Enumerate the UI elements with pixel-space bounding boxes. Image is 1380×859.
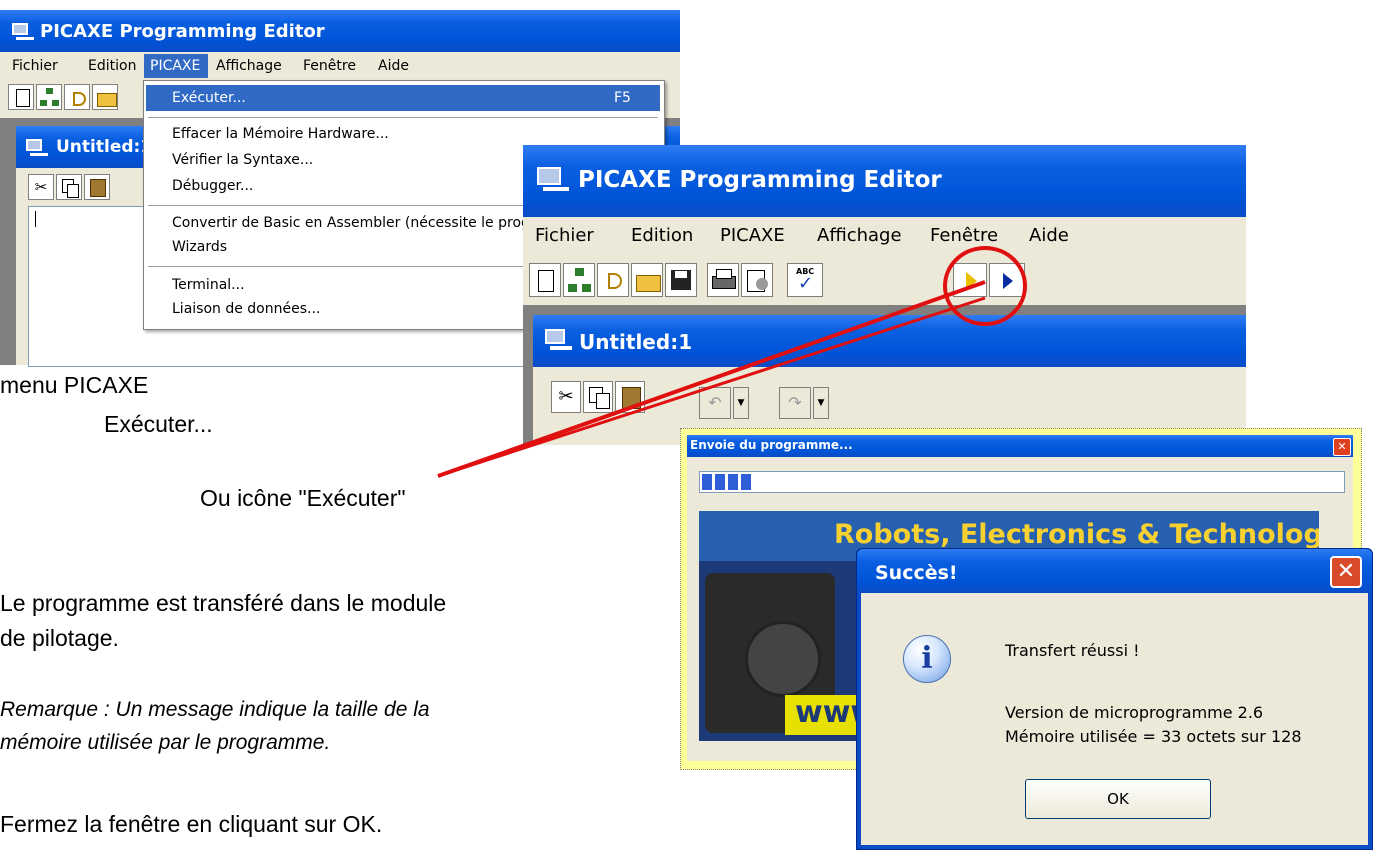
- success-dialog-titlebar[interactable]: Succès! ✕: [857, 549, 1372, 593]
- firmware-version: Version de microprogramme 2.6: [1005, 703, 1264, 722]
- progress-close-button[interactable]: ✕: [1333, 438, 1351, 456]
- success-dialog-title: Succès!: [875, 562, 958, 584]
- remark-line2: mémoire utilisée par le programme.: [0, 731, 331, 754]
- highlight-circle: [943, 246, 1027, 326]
- progress-bar: [699, 471, 1345, 493]
- progress-dialog-title: Envoie du programme...: [690, 438, 853, 452]
- memory-used: Mémoire utilisée = 33 octets sur 128: [1005, 727, 1302, 746]
- banner-text: Robots, Electronics & Technology: [834, 519, 1319, 550]
- ok-button[interactable]: OK: [1025, 779, 1211, 819]
- progress-dialog-titlebar[interactable]: Envoie du programme... ✕: [687, 435, 1353, 457]
- success-message: Transfert réussi !: [1005, 641, 1140, 660]
- ok-button-label: OK: [1107, 790, 1129, 808]
- progress-bar-fill: [702, 474, 753, 490]
- success-close-button[interactable]: ✕: [1330, 556, 1362, 588]
- icon-hint: Ou icône "Exécuter": [200, 485, 406, 511]
- transfer-paragraph-line1: Le programme est transféré dans le modul…: [0, 590, 447, 616]
- success-dialog-body: i Transfert réussi ! Version de micropro…: [861, 593, 1368, 845]
- success-dialog: Succès! ✕ i Transfert réussi ! Version d…: [856, 548, 1373, 850]
- menu-picaxe-label: menu PICAXE: [0, 372, 149, 398]
- info-icon: i: [903, 635, 951, 683]
- transfer-paragraph-line2: de pilotage.: [0, 625, 119, 651]
- close-instruction: Fermez la fenêtre en cliquant sur OK.: [0, 811, 383, 837]
- executer-label: Exécuter...: [104, 411, 213, 437]
- remark-line1: Remarque : Un message indique la taille …: [0, 698, 430, 721]
